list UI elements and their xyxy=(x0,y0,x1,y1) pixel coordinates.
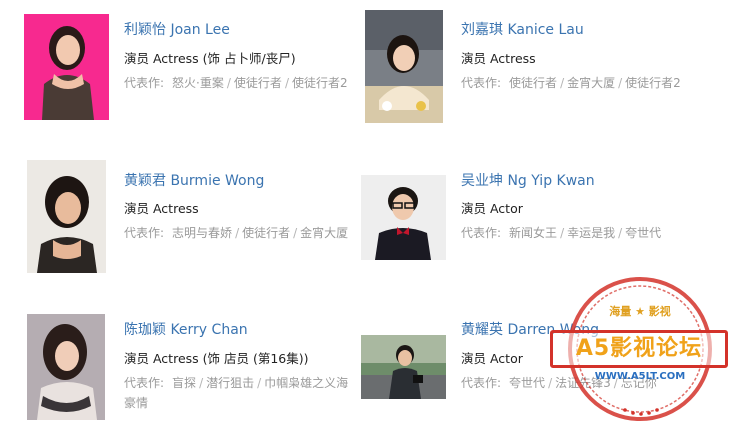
separator: / xyxy=(560,226,565,240)
works-label: 代表作: xyxy=(124,226,165,240)
work-link[interactable]: 使徒行者 xyxy=(234,76,282,90)
work-link[interactable]: 金宵大厦 xyxy=(567,76,615,90)
work-link[interactable]: 使徒行者 xyxy=(242,226,290,240)
works-label: 代表作: xyxy=(461,226,502,240)
separator: / xyxy=(618,76,623,90)
cast-photo[interactable] xyxy=(361,335,446,399)
work-link[interactable]: 使徒行者2 xyxy=(292,76,348,90)
cast-role: 演员 Actor xyxy=(461,351,523,366)
cast-photo[interactable] xyxy=(27,160,106,273)
work-link[interactable]: 使徒行者2 xyxy=(625,76,681,90)
cast-photo[interactable] xyxy=(361,175,446,260)
watermark-stamp: 海量 ★ 影视 A5影视论坛 WWW.A5LT.COM xyxy=(550,274,730,424)
cast-works: 代表作: 怒火·重案 / 使徒行者 / 使徒行者2 xyxy=(124,73,356,93)
cast-works: 代表作: 使徒行者 / 金宵大厦 / 使徒行者2 xyxy=(461,73,693,93)
work-link[interactable]: 志明与春娇 xyxy=(172,226,232,240)
cast-role: 演员 Actress (饰 占卜师/丧尸) xyxy=(124,51,296,66)
cast-works: 代表作: 新闻女王 / 幸运是我 / 夸世代 xyxy=(461,223,693,243)
work-link[interactable]: 怒火·重案 xyxy=(172,76,224,90)
cast-name[interactable]: 吴业坤 Ng Yip Kwan xyxy=(461,170,595,190)
work-link[interactable]: 金宵大厦 xyxy=(300,226,348,240)
stamp-band: A5影视论坛 xyxy=(550,330,728,368)
separator: / xyxy=(618,226,623,240)
work-link[interactable]: 夸世代 xyxy=(625,226,661,240)
cast-photo[interactable] xyxy=(27,314,105,420)
cast-works: 代表作: 盲探 / 潜行狙击 / 巾帼枭雄之义海豪情 xyxy=(124,373,356,413)
work-link[interactable]: 夸世代 xyxy=(509,376,545,390)
stamp-top-text: 海量 ★ 影视 xyxy=(609,305,671,318)
cast-name[interactable]: 陈珈颖 Kerry Chan xyxy=(124,319,248,339)
work-link[interactable]: 幸运是我 xyxy=(567,226,615,240)
cast-role: 演员 Actor xyxy=(461,201,523,216)
separator: / xyxy=(199,376,204,390)
separator: / xyxy=(235,226,240,240)
separator: / xyxy=(284,76,289,90)
separator: / xyxy=(226,76,231,90)
works-label: 代表作: xyxy=(124,376,165,390)
work-link[interactable]: 新闻女王 xyxy=(509,226,557,240)
works-label: 代表作: xyxy=(461,376,502,390)
separator: / xyxy=(257,376,262,390)
cast-name[interactable]: 刘嘉琪 Kanice Lau xyxy=(461,19,584,39)
stamp-url-text: WWW.A5LT.COM xyxy=(594,371,686,382)
separator: / xyxy=(293,226,298,240)
cast-name[interactable]: 利颖怡 Joan Lee xyxy=(124,19,230,39)
cast-photo[interactable] xyxy=(365,10,443,123)
work-link[interactable]: 盲探 xyxy=(172,376,196,390)
cast-photo[interactable] xyxy=(24,14,109,120)
cast-role: 演员 Actress (饰 店员 (第16集)) xyxy=(124,351,309,366)
work-link[interactable]: 使徒行者 xyxy=(509,76,557,90)
work-link[interactable]: 潜行狙击 xyxy=(206,376,254,390)
cast-works: 代表作: 志明与春娇 / 使徒行者 / 金宵大厦 xyxy=(124,223,356,243)
cast-role: 演员 Actress xyxy=(461,51,536,66)
works-label: 代表作: xyxy=(124,76,165,90)
cast-name[interactable]: 黄颖君 Burmie Wong xyxy=(124,170,264,190)
cast-role: 演员 Actress xyxy=(124,201,199,216)
separator: / xyxy=(560,76,565,90)
works-label: 代表作: xyxy=(461,76,502,90)
